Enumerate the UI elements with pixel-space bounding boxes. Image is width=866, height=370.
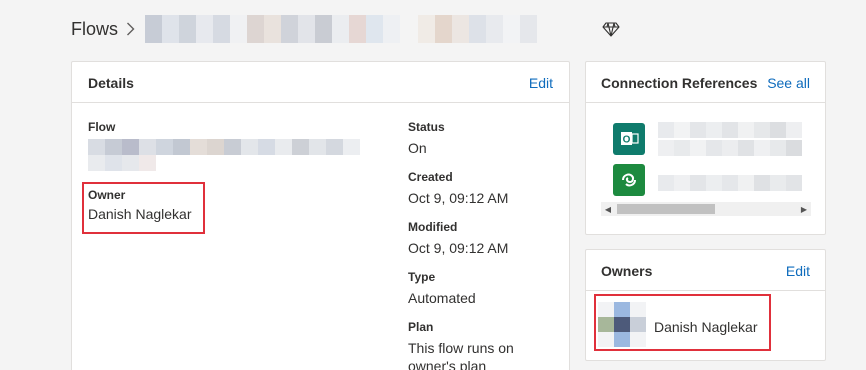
scrollbar-thumb[interactable] — [617, 204, 715, 214]
premium-diamond-icon — [602, 20, 620, 38]
owners-card: Owners Edit Danish Naglekar — [585, 249, 826, 361]
type-value: Automated — [408, 290, 476, 306]
modified-label: Modified — [408, 220, 458, 234]
plan-field: Plan This flow runs on owner's plan — [408, 320, 514, 370]
details-edit-button[interactable]: Edit — [529, 75, 553, 91]
connection-name-redacted-2[interactable] — [658, 175, 802, 191]
owners-title: Owners — [601, 263, 653, 279]
owners-divider — [586, 290, 825, 291]
scroll-left-arrow-icon[interactable]: ◀ — [601, 202, 615, 216]
svg-text:O: O — [623, 135, 631, 146]
created-value: Oct 9, 09:12 AM — [408, 190, 509, 206]
connection-references-title: Connection References — [601, 75, 758, 91]
breadcrumb-flows-link[interactable]: Flows — [71, 19, 118, 40]
status-field: Status On — [408, 120, 445, 157]
see-all-link[interactable]: See all — [767, 75, 810, 91]
owner-highlight-box — [82, 182, 205, 234]
dataverse-icon[interactable] — [613, 164, 645, 196]
flow-name-redacted-line1 — [88, 139, 360, 155]
connection-name-redacted-1[interactable] — [658, 122, 802, 138]
details-title: Details — [88, 75, 134, 91]
connection-name-redacted-1b — [658, 140, 802, 156]
connections-horizontal-scrollbar[interactable]: ◀ ▶ — [601, 202, 811, 216]
scroll-right-arrow-icon[interactable]: ▶ — [797, 202, 811, 216]
status-value: On — [408, 140, 427, 156]
breadcrumb: Flows — [71, 14, 538, 44]
modified-value: Oct 9, 09:12 AM — [408, 240, 509, 256]
modified-field: Modified Oct 9, 09:12 AM — [408, 220, 508, 257]
type-label: Type — [408, 270, 436, 284]
plan-value-line2: owner's plan — [408, 358, 487, 370]
type-field: Type Automated — [408, 270, 476, 307]
created-field: Created Oct 9, 09:12 AM — [408, 170, 508, 207]
flow-name-redacted-line2 — [88, 155, 360, 171]
chevron-right-icon — [126, 22, 135, 36]
connection-references-card: Connection References See all O ◀ ▶ — [585, 61, 826, 235]
flow-field: Flow — [88, 120, 360, 171]
plan-label: Plan — [408, 320, 434, 334]
details-divider — [72, 102, 569, 103]
owners-edit-button[interactable]: Edit — [786, 263, 810, 279]
outlook-icon[interactable]: O — [613, 123, 645, 155]
status-label: Status — [408, 120, 445, 134]
connection-divider — [586, 102, 825, 103]
details-card: Details Edit Flow Owner Danish Naglekar … — [71, 61, 570, 370]
plan-value-line1: This flow runs on — [408, 340, 514, 356]
flow-label: Flow — [88, 120, 116, 134]
created-label: Created — [408, 170, 453, 184]
owners-highlight-box — [594, 294, 771, 351]
flow-name-redacted — [145, 15, 538, 43]
